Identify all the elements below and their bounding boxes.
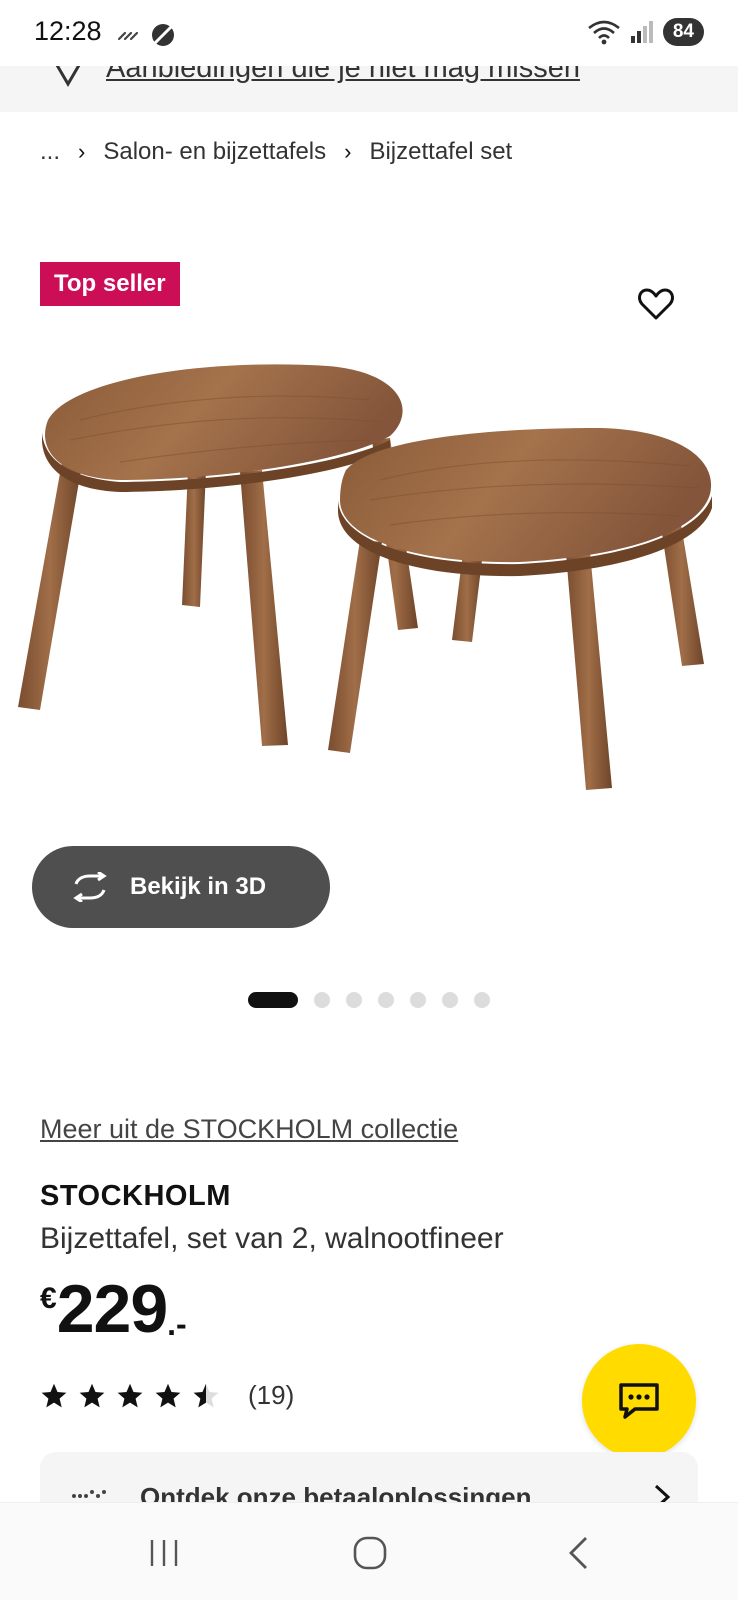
star-icon <box>155 1383 181 1407</box>
rating[interactable]: (19) <box>40 1380 294 1411</box>
star-icon <box>117 1383 143 1407</box>
view-3d-button[interactable]: Bekijk in 3D <box>32 846 330 928</box>
dnd-icon <box>152 24 174 46</box>
chat-icon <box>619 1383 659 1419</box>
recent-apps-button[interactable] <box>144 1533 184 1573</box>
back-icon <box>569 1537 587 1569</box>
back-button[interactable] <box>558 1533 598 1573</box>
chevron-right-icon: › <box>344 139 352 164</box>
carousel-dot[interactable] <box>410 992 426 1008</box>
carousel-dot[interactable] <box>346 992 362 1008</box>
half-star-icon <box>193 1383 219 1407</box>
top-seller-badge: Top seller <box>40 262 180 306</box>
view-3d-label: Bekijk in 3D <box>130 873 267 900</box>
review-count[interactable]: (19) <box>248 1380 294 1411</box>
product-image[interactable] <box>0 350 738 820</box>
status-left-icons <box>116 22 176 48</box>
breadcrumb-ellipsis[interactable]: ... <box>40 138 60 166</box>
rotate-3d-icon <box>73 872 107 902</box>
chevron-right-icon: › <box>78 139 86 164</box>
status-bar: 12:28 84 <box>0 0 738 68</box>
breadcrumb-item-salon[interactable]: Salon- en bijzettafels <box>103 138 326 166</box>
price-amount: 229 <box>56 1271 168 1347</box>
tag-icon <box>55 66 81 87</box>
heart-icon[interactable] <box>636 284 676 324</box>
carousel-dot[interactable] <box>248 992 298 1008</box>
carousel-dot[interactable] <box>314 992 330 1008</box>
collection-link[interactable]: Meer uit de STOCKHOLM collectie <box>40 1114 458 1145</box>
breadcrumb-item-set[interactable]: Bijzettafel set <box>369 138 512 166</box>
price-currency: € <box>40 1282 57 1315</box>
status-time: 12:28 <box>34 16 102 46</box>
carousel-dot[interactable] <box>378 992 394 1008</box>
chat-button[interactable] <box>582 1344 696 1458</box>
battery-indicator: 84 <box>662 18 704 46</box>
product-name: STOCKHOLM <box>40 1180 231 1212</box>
star-icon <box>79 1383 105 1407</box>
breadcrumb: ... › Salon- en bijzettafels › Bijzettaf… <box>40 138 512 166</box>
home-button[interactable] <box>350 1533 390 1573</box>
system-nav-bar <box>0 1502 738 1600</box>
signal-icon <box>630 21 653 43</box>
image-carousel-dots <box>0 992 738 1008</box>
promo-link[interactable]: Aanbiedingen die je niet mag missen <box>106 66 580 85</box>
product-description: Bijzettafel, set van 2, walnootfineer <box>40 1222 504 1255</box>
wifi-icon <box>588 20 620 45</box>
star-icon <box>41 1383 67 1407</box>
recent-apps-icon <box>150 1540 178 1566</box>
product-price: € 229 .- <box>40 1270 187 1348</box>
price-decimals: .- <box>167 1306 187 1342</box>
promo-banner[interactable]: Aanbiedingen die je niet mag missen <box>0 66 738 112</box>
carousel-dot[interactable] <box>442 992 458 1008</box>
status-right: 84 <box>587 18 704 46</box>
data-saver-icon <box>117 31 139 41</box>
carousel-dot[interactable] <box>474 992 490 1008</box>
home-icon <box>353 1536 387 1570</box>
